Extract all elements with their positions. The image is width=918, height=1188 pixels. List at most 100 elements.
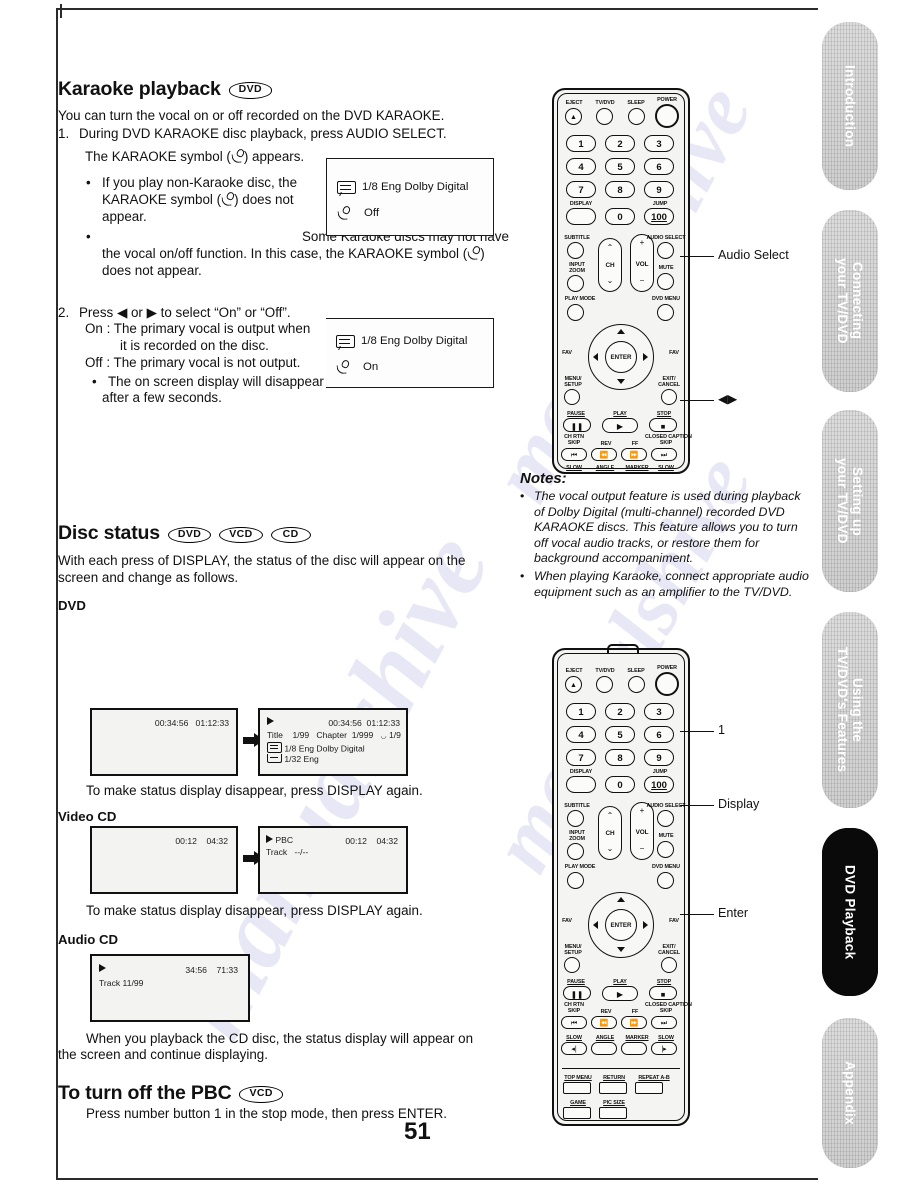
play-button[interactable]: ▶ (602, 418, 638, 433)
slow-left-button[interactable]: ◂| (561, 1042, 587, 1055)
stop-button[interactable]: ■ (649, 986, 677, 1000)
eject-button[interactable]: ▲ (565, 676, 582, 693)
sleep-button[interactable] (628, 676, 645, 693)
jump-100-button[interactable]: 100 (644, 208, 674, 225)
subtitle-button[interactable] (567, 242, 584, 259)
index-tab-setting-up[interactable]: Setting up your TV/DVD (822, 410, 878, 592)
volume-rocker[interactable]: + VOL − (630, 234, 654, 292)
exit-cancel-button[interactable] (661, 389, 677, 405)
key-6[interactable]: 6 (644, 158, 674, 175)
play-mode-button[interactable] (567, 872, 584, 889)
slow-right-button[interactable]: |▸ (651, 1042, 677, 1055)
index-tab-introduction[interactable]: Introduction (822, 22, 878, 190)
pause-label: PAUSE (567, 411, 585, 417)
jump-100-button[interactable]: 100 (644, 776, 674, 793)
angle-button[interactable] (591, 1042, 617, 1055)
index-tab-dvd-playback[interactable]: DVD Playback (822, 828, 878, 996)
dpad-up-icon[interactable] (617, 897, 625, 902)
dpad-right-icon[interactable] (643, 353, 648, 361)
marker-button[interactable] (621, 1042, 647, 1055)
audio-select-button[interactable] (657, 810, 674, 827)
key-7[interactable]: 7 (566, 749, 596, 766)
karaoke-title: Karaoke playback (58, 78, 221, 100)
key-0[interactable]: 0 (605, 776, 635, 793)
exit-cancel-button[interactable] (661, 957, 677, 973)
key-1[interactable]: 1 (566, 703, 596, 720)
key-5[interactable]: 5 (605, 158, 635, 175)
input-zoom-button[interactable] (567, 843, 584, 860)
volume-rocker[interactable]: + VOL − (630, 802, 654, 860)
audio-select-button[interactable] (657, 242, 674, 259)
pause-button[interactable]: ❚❚ (563, 986, 591, 1000)
key-6[interactable]: 6 (644, 726, 674, 743)
note-text: When playing Karaoke, connect appropriat… (534, 568, 809, 599)
key-5[interactable]: 5 (605, 726, 635, 743)
enter-button[interactable]: ENTER (605, 341, 637, 373)
mute-button[interactable] (657, 273, 674, 290)
dpad-left-icon[interactable] (593, 921, 598, 929)
game-button[interactable] (563, 1107, 591, 1119)
title-value: 1/99 (292, 730, 310, 740)
dpad-down-icon[interactable] (617, 379, 625, 384)
key-1[interactable]: 1 (566, 135, 596, 152)
skip-forward-button[interactable]: ⏭ (651, 448, 677, 461)
top-menu-button[interactable] (563, 1082, 591, 1094)
key-4[interactable]: 4 (566, 726, 596, 743)
mute-button[interactable] (657, 841, 674, 858)
ff-button[interactable]: ⏩ (621, 448, 647, 461)
display-button[interactable] (566, 776, 596, 793)
menu-setup-button[interactable] (564, 957, 580, 973)
sleep-button[interactable] (628, 108, 645, 125)
index-tab-using-features[interactable]: Using the TV/DVD's Features (822, 612, 878, 808)
tvdvd-button[interactable] (596, 108, 613, 125)
pbc-heading: To turn off the PBC VCD (58, 1082, 283, 1105)
play-button[interactable]: ▶ (602, 986, 638, 1001)
karaoke-bullet-3-line2: after a few seconds. (102, 389, 222, 405)
pic-size-button[interactable] (599, 1107, 627, 1119)
key-2[interactable]: 2 (605, 135, 635, 152)
dpad-up-icon[interactable] (617, 329, 625, 334)
skip-back-button[interactable]: ⏮ (561, 448, 587, 461)
dvd-menu-button[interactable] (657, 872, 674, 889)
key-8[interactable]: 8 (605, 181, 635, 198)
skip-next-icon: ⏭ (660, 1020, 668, 1027)
dpad-right-icon[interactable] (643, 921, 648, 929)
tvdvd-button[interactable] (596, 676, 613, 693)
key-4[interactable]: 4 (566, 158, 596, 175)
power-button[interactable] (655, 104, 679, 128)
dpad-down-icon[interactable] (617, 947, 625, 952)
rev-button[interactable]: ⏪ (591, 448, 617, 461)
menu-setup-button[interactable] (564, 389, 580, 405)
key-0[interactable]: 0 (605, 208, 635, 225)
channel-rocker[interactable]: ⌃ CH ⌄ (598, 238, 622, 292)
key-8[interactable]: 8 (605, 749, 635, 766)
display-button[interactable] (566, 208, 596, 225)
eject-button[interactable]: ▲ (565, 108, 582, 125)
return-button[interactable] (599, 1082, 627, 1094)
repeat-ab-button[interactable] (635, 1082, 663, 1094)
key-2[interactable]: 2 (605, 703, 635, 720)
skip-back-button[interactable]: ⏮ (561, 1016, 587, 1029)
skip-forward-button[interactable]: ⏭ (651, 1016, 677, 1029)
pause-button[interactable]: ❚❚ (563, 418, 591, 432)
dvd-menu-button[interactable] (657, 304, 674, 321)
stop-button[interactable]: ■ (649, 418, 677, 432)
input-zoom-button[interactable] (567, 275, 584, 292)
play-mode-button[interactable] (567, 304, 584, 321)
jump-label: JUMP (652, 201, 668, 207)
dpad-left-icon[interactable] (593, 353, 598, 361)
channel-rocker[interactable]: ⌃ CH ⌄ (598, 806, 622, 860)
key-3[interactable]: 3 (644, 135, 674, 152)
key-3[interactable]: 3 (644, 703, 674, 720)
ff-button[interactable]: ⏩ (621, 1016, 647, 1029)
index-tab-appendix[interactable]: Appendix (822, 1018, 878, 1168)
rev-label: REV (600, 1009, 612, 1015)
index-tab-connecting[interactable]: Connecting your TV/DVD (822, 210, 878, 392)
rev-button[interactable]: ⏪ (591, 1016, 617, 1029)
power-button[interactable] (655, 672, 679, 696)
key-9[interactable]: 9 (644, 181, 674, 198)
key-9[interactable]: 9 (644, 749, 674, 766)
enter-button[interactable]: ENTER (605, 909, 637, 941)
subtitle-button[interactable] (567, 810, 584, 827)
key-7[interactable]: 7 (566, 181, 596, 198)
